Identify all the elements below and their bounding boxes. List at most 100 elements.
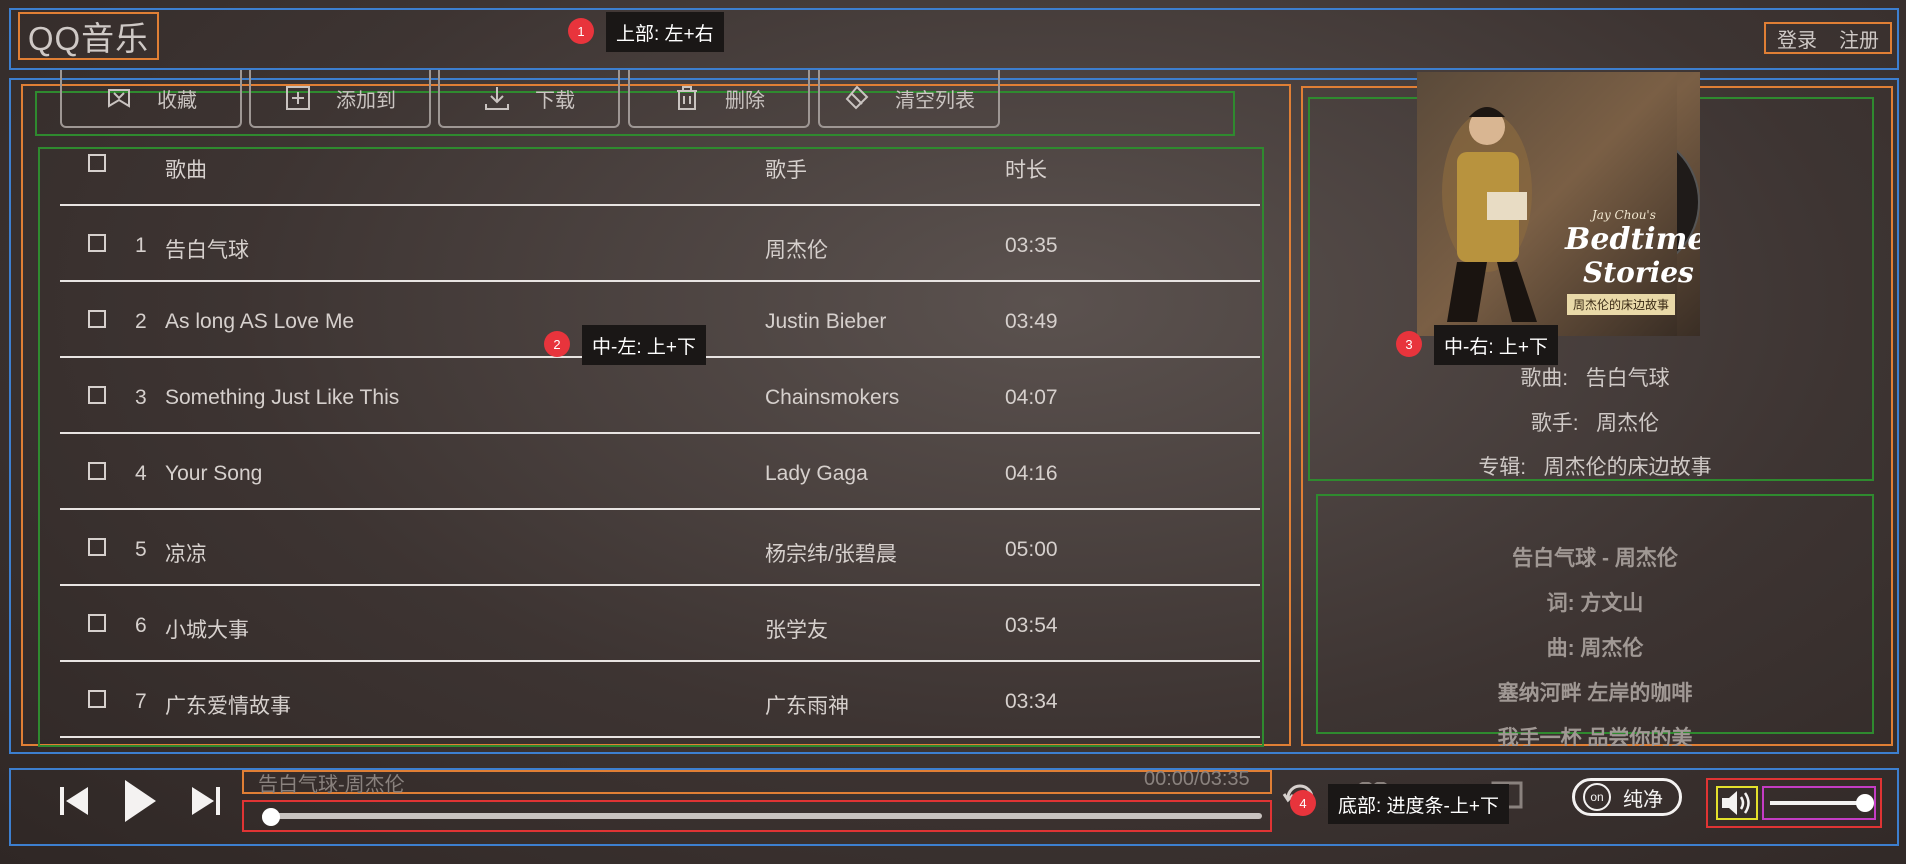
song-duration: 04:07 [1005,386,1058,409]
song-duration: 03:54 [1005,614,1058,637]
song-row[interactable]: 5 凉凉 杨宗纬/张碧晨 05:00 [60,510,1260,586]
mute-button[interactable] [1716,786,1758,820]
lyric-line: 塞纳河畔 左岸的咖啡 [1497,682,1693,705]
song-artist: 杨宗纬/张碧晨 [765,543,897,566]
annotation-badge-4: 4 [1290,790,1316,816]
song-row[interactable]: 4 Your Song Lady Gaga 04:16 [60,434,1260,510]
album-cover-artist: Jay Chou's [1592,208,1656,222]
download-button[interactable]: 下载 [438,70,620,128]
add-to-label: 添加到 [336,89,396,112]
annotation-label-2: 中-左: 上+下 [582,325,706,365]
column-header-artist: 歌手 [765,159,807,182]
annotation-label-1: 上部: 左+右 [606,12,724,52]
row-checkbox[interactable] [88,234,106,252]
lyric-line: 词: 方文山 [1546,592,1644,615]
lyric-line: 曲: 周杰伦 [1546,637,1644,660]
play-button[interactable] [122,778,158,824]
download-label: 下载 [535,89,575,112]
annotation-badge-1: 1 [568,18,594,44]
next-button[interactable] [190,784,222,818]
song-title: 凉凉 [165,543,207,566]
song-number: 5 [135,538,147,561]
song-number: 2 [135,310,147,333]
register-link[interactable]: 注册 [1839,24,1879,53]
delete-button[interactable]: 删除 [628,70,810,128]
next-icon [192,787,220,815]
song-artist: Chainsmokers [765,386,900,409]
previous-button[interactable] [58,784,90,818]
annotation-label-3: 中-右: 上+下 [1434,325,1558,365]
delete-icon [677,86,697,110]
album-cover: Jay Chou's Bedtime Stories 周杰伦的床边故事 [1417,72,1700,336]
row-checkbox[interactable] [88,538,106,556]
row-checkbox[interactable] [88,614,106,632]
song-duration: 03:49 [1005,310,1058,333]
annotation-badge-3: 3 [1396,331,1422,357]
annotation-badge-2: 2 [544,331,570,357]
volume-track [1770,801,1870,805]
previous-icon [60,787,88,815]
clear-list-button[interactable]: 清空列表 [818,70,1000,128]
song-info-line: 歌曲: 告白气球 [1320,362,1870,392]
artist-info-label: 歌手: [1530,412,1579,435]
play-icon [125,780,156,822]
song-table-header: 歌曲 歌手 时长 [60,146,1260,206]
volume-slider[interactable] [1762,786,1876,820]
song-row[interactable]: 7 广东爱情故事 广东雨神 03:34 [60,662,1260,738]
album-cover-cn-title: 周杰伦的床边故事 [1567,294,1676,315]
favorite-label: 收藏 [157,89,197,112]
login-link[interactable]: 登录 [1777,24,1817,53]
favorite-button[interactable]: 收藏 [60,70,242,128]
song-duration: 05:00 [1005,538,1058,561]
clear-list-icon [845,85,869,110]
auth-links: 登录 注册 [1764,22,1892,54]
song-duration: 03:35 [1005,234,1058,257]
clear-list-label: 清空列表 [895,89,975,112]
row-checkbox[interactable] [88,690,106,708]
app-logo: QQ音乐 [18,12,159,60]
artist-info-line: 歌手: 周杰伦 [1320,407,1870,437]
song-title: As long AS Love Me [165,310,355,333]
song-duration: 03:34 [1005,690,1058,713]
playback-time: 00:00/03:35 [1144,768,1250,790]
song-number: 4 [135,462,147,485]
album-info-label: 专辑: [1478,456,1527,479]
song-number: 7 [135,690,147,713]
song-duration: 04:16 [1005,462,1058,485]
song-number: 6 [135,614,147,637]
album-info-line: 专辑: 周杰伦的床边故事 [1320,451,1870,481]
song-row[interactable]: 1 告白气球 周杰伦 03:35 [60,206,1260,282]
row-checkbox[interactable] [88,462,106,480]
song-row[interactable]: 6 小城大事 张学友 03:54 [60,586,1260,662]
header-region-frame [9,8,1899,70]
song-info-label: 歌曲: [1520,367,1569,390]
pure-mode-label: 纯净 [1623,788,1663,811]
select-all-checkbox[interactable] [88,154,106,172]
song-title: Something Just Like This [165,386,400,409]
delete-label: 删除 [725,89,765,112]
album-info-value: 周杰伦的床边故事 [1543,456,1712,479]
row-checkbox[interactable] [88,386,106,404]
song-artist: Justin Bieber [765,310,887,333]
song-row[interactable]: 3 Something Just Like This Chainsmokers … [60,358,1260,434]
song-title: Your Song [165,462,263,485]
now-playing-title: 告白气球-周杰伦 [258,774,405,796]
pure-mode-toggle[interactable]: on 纯净 [1572,778,1682,816]
song-artist: 广东雨神 [765,695,849,718]
song-artist: 张学友 [765,619,828,642]
pure-mode-switch-knob: on [1583,783,1611,811]
album-cover-title-2: Stories [1583,256,1694,289]
song-artist: Lady Gaga [765,462,868,485]
song-number: 1 [135,234,147,257]
column-header-song: 歌曲 [165,159,207,182]
volume-icon [1722,791,1750,815]
row-checkbox[interactable] [88,310,106,328]
add-to-icon [286,86,310,110]
progress-bar[interactable] [262,808,1262,826]
song-title: 广东爱情故事 [165,695,291,718]
add-to-button[interactable]: 添加到 [249,70,431,128]
progress-handle[interactable] [262,808,280,826]
volume-handle[interactable] [1856,794,1874,812]
lyrics-panel[interactable]: 告白气球 - 周杰伦 词: 方文山 曲: 周杰伦 塞纳河畔 左岸的咖啡 我手一杯… [1318,496,1872,746]
song-title: 告白气球 [165,239,249,262]
